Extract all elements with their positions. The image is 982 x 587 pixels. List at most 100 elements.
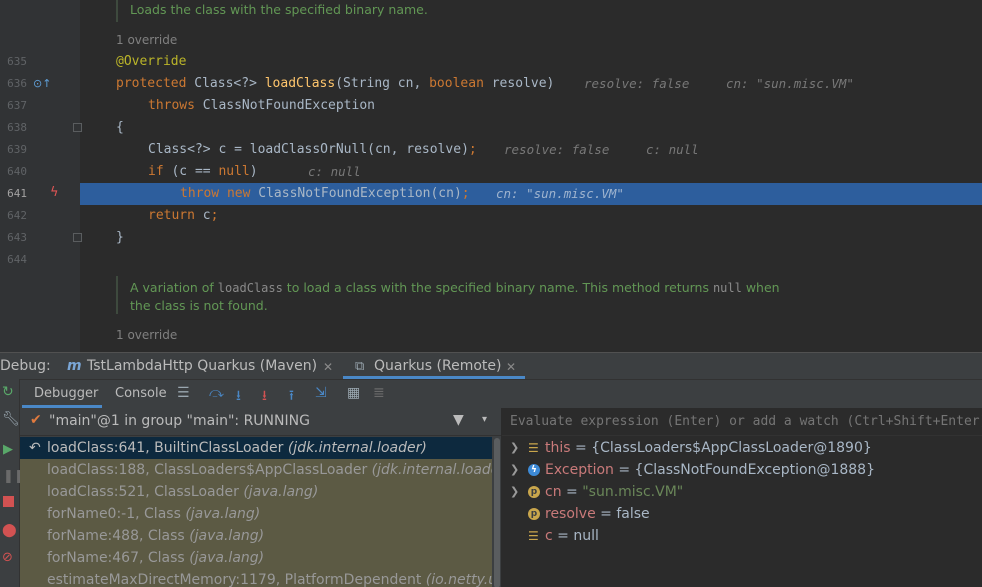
exception-breakpoint-icon[interactable]: ϟ [50, 182, 59, 204]
stack-frame[interactable]: loadClass:188, ClassLoaders$AppClassLoad… [20, 459, 501, 481]
stack-frame[interactable]: loadClass:521, ClassLoader (java.lang) [20, 481, 492, 503]
maven-icon: m [67, 358, 82, 374]
code-line-638[interactable]: { [80, 117, 982, 139]
frame-package: (java.lang) [185, 506, 261, 522]
tab-quarkus-remote[interactable]: Quarkus (Remote) [374, 358, 501, 374]
frame-method: loadClass:188, ClassLoaders$AppClassLoad… [47, 462, 368, 478]
evaluate-table-icon[interactable]: ▦ [347, 385, 360, 401]
stack-frame-selected[interactable]: ↶ loadClass:641, BuiltinClassLoader (jdk… [20, 437, 492, 459]
checkmark-icon: ✔ [30, 412, 42, 428]
stack-frame[interactable]: forName0:-1, Class (java.lang) [20, 503, 492, 525]
variable-name: this = {ClassLoaders$AppClassLoader@1890… [545, 440, 872, 456]
variables-panel: ❯ ☰ this = {ClassLoaders$AppClassLoader@… [502, 408, 982, 587]
remote-debug-icon: ⧉ [355, 359, 365, 374]
gutter-line-635[interactable]: 635 [0, 51, 80, 73]
variable-name: resolve = false [545, 506, 650, 522]
code-line-636[interactable]: protected Class<?> loadClass(String cn, … [80, 73, 982, 95]
variable-name: c = null [545, 528, 599, 544]
overrides-method-icon[interactable]: ⊙↑ [33, 73, 51, 95]
tab-console[interactable]: Console [115, 386, 167, 401]
frame-method: loadClass:641, BuiltinClassLoader [47, 440, 284, 456]
evaluate-expression-input[interactable] [502, 408, 982, 436]
expand-arrow-icon[interactable]: ❯ [510, 437, 519, 459]
code-line-643[interactable]: } [80, 227, 982, 249]
frame-method: forName0:-1, Class [47, 506, 181, 522]
force-step-into-icon[interactable]: ⭳ [262, 385, 267, 409]
scrollbar-thumb[interactable] [494, 438, 500, 587]
gutter-line-637[interactable]: 637 [0, 95, 80, 117]
stack-frame[interactable]: estimateMaxDirectMemory:1179, PlatformDe… [20, 569, 501, 587]
frames-panel: ✔ "main"@1 in group "main": RUNNING ▼ ▾ … [20, 408, 502, 587]
frames-scrollbar[interactable] [492, 436, 501, 587]
javadoc-text: when [741, 280, 780, 295]
inline-hint: cn: "sun.misc.VM" [726, 76, 854, 91]
thread-selector[interactable]: ✔ "main"@1 in group "main": RUNNING ▼ ▾ [20, 408, 501, 436]
view-breakpoints-icon[interactable]: ⬤ [2, 523, 17, 538]
wrench-icon[interactable]: 🔧︎ [2, 411, 20, 427]
code-line-641-current[interactable]: throw new ClassNotFoundException(cn); cn… [80, 183, 982, 205]
line-number: 643 [7, 231, 27, 244]
line-number: 644 [7, 253, 27, 266]
code-editor[interactable]: 635 636 ⊙↑ 637 638 639 640 641 ϟ 642 643… [0, 0, 982, 352]
inline-hint: c: null [308, 164, 361, 179]
variable-row-this[interactable]: ❯ ☰ this = {ClassLoaders$AppClassLoader@… [502, 437, 982, 459]
chevron-down-icon[interactable]: ▾ [482, 414, 487, 425]
variable-row-exception[interactable]: ❯ ϟ Exception = {ClassNotFoundException@… [502, 459, 982, 481]
code-line-640[interactable]: if (c == null) c: null [80, 161, 982, 183]
menu-icon[interactable]: ☰ [177, 385, 190, 401]
frame-package: (jdk.internal.loader) [371, 462, 502, 478]
gutter-line-643[interactable]: 643 [0, 227, 82, 249]
gutter-line-640[interactable]: 640 [0, 161, 80, 183]
thread-label: "main"@1 in group "main": RUNNING [49, 413, 310, 429]
debug-label: Debug: [0, 358, 51, 374]
variable-row-cn[interactable]: ❯ p cn = "sun.misc.VM" [502, 481, 982, 503]
variable-row-c[interactable]: ☰ c = null [502, 525, 982, 547]
step-out-icon[interactable]: ⭱ [289, 385, 294, 409]
code-line-637[interactable]: throws ClassNotFoundException [80, 95, 982, 117]
inline-hint: cn: "sun.misc.VM" [496, 186, 624, 201]
close-tab-icon[interactable]: ✕ [506, 360, 516, 374]
gutter-line-639[interactable]: 639 [0, 139, 80, 161]
stack-frame[interactable]: forName:467, Class (java.lang) [20, 547, 492, 569]
filter-icon[interactable]: ▼ [453, 412, 464, 428]
gutter-line-636[interactable]: 636 ⊙↑ [0, 73, 80, 95]
expand-arrow-icon[interactable]: ❯ [510, 481, 519, 503]
debug-actions-strip: ↻ 🔧︎ ▶ ❚❚ ⬤ ⊘ [0, 379, 25, 587]
return-arrow-icon: ↶ [29, 440, 41, 456]
line-number: 636 [7, 77, 27, 90]
resume-icon[interactable]: ▶ [3, 442, 13, 457]
gutter-line-638[interactable]: 638 [0, 117, 82, 139]
debug-toolbar: Debugger Console ☰ ⤼ ⭳ ⭳ ⭱ ⇲ ▦ ≣ [0, 379, 982, 408]
gutter-line-642[interactable]: 642 [0, 205, 80, 227]
stack-frame[interactable]: forName:488, Class (java.lang) [20, 525, 492, 547]
variable-name: Exception = {ClassNotFoundException@1888… [545, 462, 876, 478]
close-tab-icon[interactable]: ✕ [323, 360, 333, 374]
gutter-line-641[interactable]: 641 ϟ [0, 183, 80, 205]
step-over-icon[interactable]: ⤼ [209, 385, 224, 401]
step-into-icon[interactable]: ⭳ [236, 385, 241, 409]
run-to-cursor-icon[interactable]: ⇲ [315, 385, 327, 401]
inline-hint: c: null [646, 142, 699, 157]
line-number: 642 [7, 209, 27, 222]
tab-debugger[interactable]: Debugger [34, 386, 98, 401]
frame-package: (java.lang) [189, 528, 265, 544]
variable-name: cn = "sun.misc.VM" [545, 484, 684, 500]
javadoc-text: the class is not found. [130, 298, 268, 313]
stop-icon[interactable] [3, 496, 14, 507]
line-number: 639 [7, 143, 27, 156]
code-line-642[interactable]: return c; [80, 205, 982, 227]
mute-breakpoints-icon[interactable]: ⊘ [2, 550, 13, 565]
tab-maven-run[interactable]: TstLambdaHttp Quarkus (Maven) [87, 358, 317, 374]
rerun-icon[interactable]: ↻ [2, 384, 14, 400]
variable-row-resolve[interactable]: p resolve = false [502, 503, 982, 525]
gutter-line-644[interactable]: 644 [0, 249, 80, 271]
javadoc-block-bottom: A variation of loadClass to load a class… [116, 276, 982, 314]
frame-package: (jdk.internal.loader) [287, 440, 427, 456]
trace-icon[interactable]: ≣ [373, 385, 385, 401]
expand-arrow-icon[interactable]: ❯ [510, 459, 519, 481]
variable-value: null [573, 528, 599, 544]
override-link[interactable]: 1 override [116, 33, 177, 47]
code-line-639[interactable]: Class<?> c = loadClassOrNull(cn, resolve… [80, 139, 982, 161]
code-line-635[interactable]: @Override [80, 51, 982, 73]
override-link[interactable]: 1 override [116, 328, 177, 342]
